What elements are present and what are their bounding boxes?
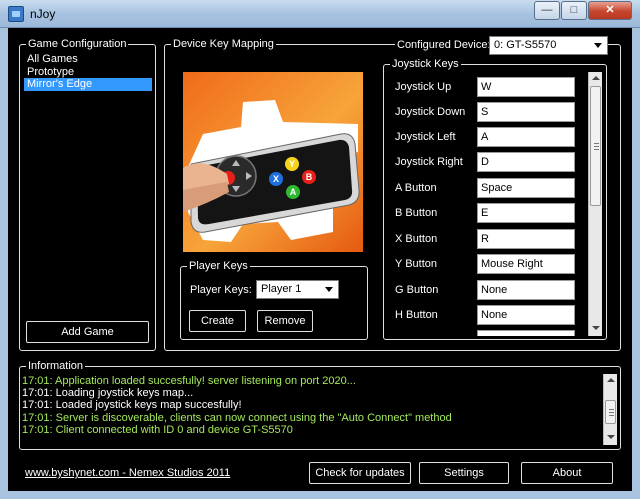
settings-button[interactable]: Settings <box>419 462 509 484</box>
key-row-joystick-left: Joystick Left A <box>395 127 585 149</box>
scroll-down-icon[interactable] <box>607 435 615 439</box>
key-row-a-button: A Button Space <box>395 178 585 200</box>
key-row-partial <box>477 330 575 336</box>
key-label: Joystick Left <box>395 131 456 143</box>
remove-button[interactable]: Remove <box>257 310 313 332</box>
key-field-g-button[interactable]: None <box>477 280 575 300</box>
game-item-mirrors-edge[interactable]: Mirror's Edge <box>24 78 152 91</box>
configured-device-dropdown[interactable]: 0: GT-S5570 <box>489 36 608 55</box>
key-field-joystick-right[interactable]: D <box>477 152 575 172</box>
log-line: 17:01: Client connected with ID 0 and de… <box>22 423 293 436</box>
key-row-joystick-right: Joystick Right D <box>395 152 585 174</box>
key-row-joystick-up: Joystick Up W <box>395 77 585 99</box>
add-game-button[interactable]: Add Game <box>26 321 149 343</box>
key-row-x-button: X Button R <box>395 229 585 251</box>
maximize-button[interactable]: □ <box>561 1 587 20</box>
a-button-icon: A <box>286 185 300 199</box>
chevron-down-icon <box>325 287 333 292</box>
phone-illustration <box>183 100 360 242</box>
key-row-b-button: B Button E <box>395 203 585 225</box>
device-key-mapping-title: Device Key Mapping <box>171 37 276 51</box>
key-field-h-button[interactable]: None <box>477 305 575 325</box>
scrollbar-thumb[interactable] <box>605 400 616 424</box>
game-item-prototype[interactable]: Prototype <box>24 66 152 79</box>
key-field-joystick-up[interactable]: W <box>477 77 575 97</box>
key-label: G Button <box>395 284 439 296</box>
log-line: 17:01: Loading joystick keys map... <box>22 387 194 400</box>
player-keys-value: Player 1 <box>261 283 302 295</box>
information-title: Information <box>26 359 86 373</box>
player-keys-dropdown[interactable]: Player 1 <box>256 280 339 299</box>
app-icon <box>8 6 24 22</box>
joystick-keys-title: Joystick Keys <box>390 57 461 71</box>
chevron-down-icon <box>594 43 602 48</box>
key-label: Joystick Up <box>395 81 452 93</box>
close-button[interactable]: ✕ <box>588 1 632 20</box>
x-button-icon: X <box>269 172 283 186</box>
log-line: 17:01: Loaded joystick keys map succesfu… <box>22 399 242 412</box>
game-item-all-games[interactable]: All Games <box>24 53 152 66</box>
key-field-joystick-down[interactable]: S <box>477 102 575 122</box>
key-row-h-button: H Button None <box>395 305 585 327</box>
key-field-joystick-left[interactable]: A <box>477 127 575 147</box>
information-scrollbar[interactable] <box>603 374 617 445</box>
scrollbar-thumb[interactable] <box>590 86 601 206</box>
scroll-up-icon[interactable] <box>592 76 600 80</box>
configured-device-value: 0: GT-S5570 <box>494 39 557 51</box>
title-bar[interactable]: nJoy — □ ✕ <box>0 0 640 28</box>
key-label: X Button <box>395 233 438 245</box>
game-list[interactable]: All Games Prototype Mirror's Edge <box>24 53 152 91</box>
key-field-a-button[interactable]: Space <box>477 178 575 198</box>
information-log[interactable]: 17:01: Application loaded succesfully! s… <box>22 375 597 445</box>
scroll-up-icon[interactable] <box>607 378 615 382</box>
key-field-y-button[interactable]: Mouse Right <box>477 254 575 274</box>
window-title: nJoy <box>30 7 56 21</box>
key-label: Y Button <box>395 258 437 270</box>
device-image: Y X B A <box>183 72 363 252</box>
player-keys-label: Player Keys: <box>190 284 252 296</box>
joystick-keys-scrollbar[interactable] <box>588 72 602 336</box>
scroll-down-icon[interactable] <box>592 326 600 330</box>
key-label: Joystick Right <box>395 156 463 168</box>
key-row-g-button: G Button None <box>395 280 585 302</box>
about-button[interactable]: About <box>521 462 613 484</box>
website-link[interactable]: www.byshynet.com - Nemex Studios 2011 <box>25 467 230 479</box>
minimize-button[interactable]: — <box>534 1 560 20</box>
key-label: B Button <box>395 207 438 219</box>
b-button-icon: B <box>302 170 316 184</box>
check-for-updates-button[interactable]: Check for updates <box>309 462 411 484</box>
key-label: H Button <box>395 309 438 321</box>
create-button[interactable]: Create <box>189 310 246 332</box>
key-field-x-button[interactable]: R <box>477 229 575 249</box>
log-line: 17:01: Server is discoverable, clients c… <box>22 411 452 424</box>
player-keys-title: Player Keys <box>187 259 250 273</box>
log-line: 17:01: Application loaded succesfully! s… <box>22 375 356 387</box>
configured-device-label: Configured Device: <box>395 38 493 52</box>
game-configuration-title: Game Configuration <box>26 37 129 51</box>
key-row-y-button: Y Button Mouse Right <box>395 254 585 276</box>
y-button-icon: Y <box>285 157 299 171</box>
key-field-b-button[interactable]: E <box>477 203 575 223</box>
key-label: Joystick Down <box>395 106 466 118</box>
key-row-joystick-down: Joystick Down S <box>395 102 585 124</box>
key-label: A Button <box>395 182 437 194</box>
